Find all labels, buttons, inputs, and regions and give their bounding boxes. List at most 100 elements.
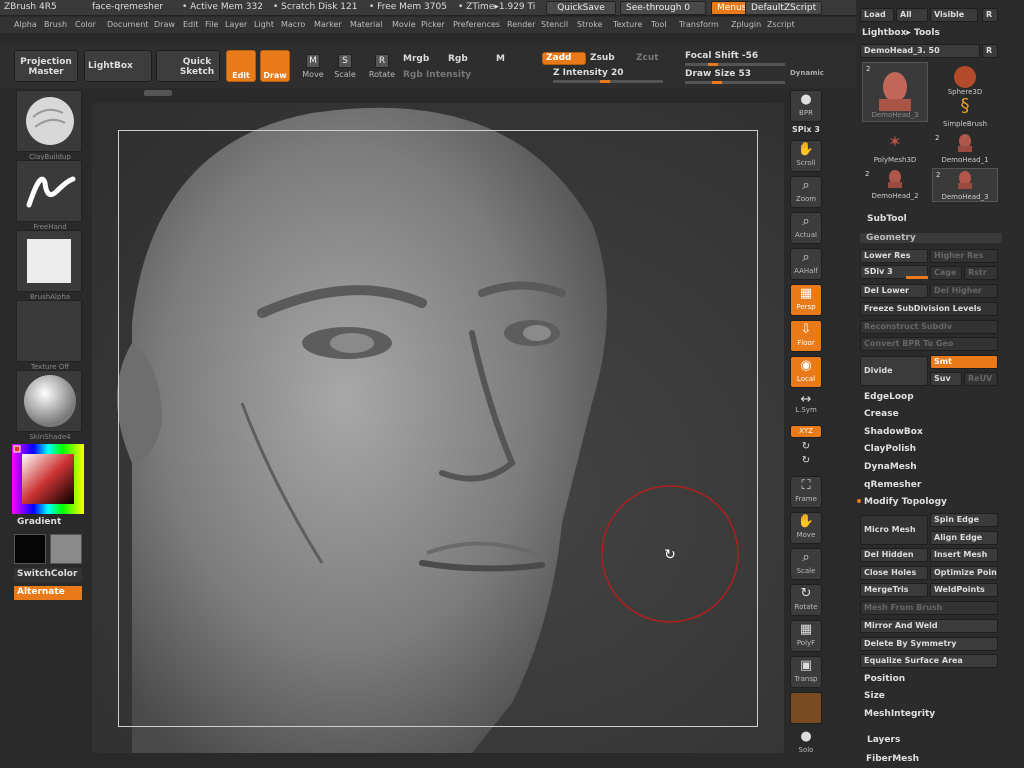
scroll-button[interactable]: ✋ Scroll <box>790 140 822 172</box>
visible-button[interactable]: Visible <box>930 8 978 22</box>
suv-toggle[interactable]: Suv <box>930 372 962 386</box>
lsym-button[interactable]: ↔ L.Sym <box>790 393 822 418</box>
alpha-selector[interactable]: BrushAlpha <box>16 230 82 301</box>
floor-button[interactable]: ⇩ Floor <box>790 320 822 352</box>
menu-draw[interactable]: Draw <box>154 20 175 29</box>
ghost-button[interactable] <box>790 692 822 724</box>
menu-picker[interactable]: Picker <box>421 20 445 29</box>
solo-button[interactable]: ● Solo <box>790 728 822 760</box>
current-tool-slider[interactable]: DemoHead_3. 50 <box>860 44 980 58</box>
menu-alpha[interactable]: Alpha <box>14 20 37 29</box>
position-header[interactable]: Position <box>864 674 905 684</box>
convert-bpr-button[interactable]: Convert BPR To Geo <box>860 337 998 351</box>
crease-header[interactable]: Crease <box>864 409 899 419</box>
zoom-button[interactable]: ⌕ Zoom <box>790 176 822 208</box>
local-button[interactable]: ◉ Local <box>790 356 822 388</box>
subtool-header[interactable]: SubTool <box>867 214 907 224</box>
edit-button[interactable]: Edit <box>226 50 256 82</box>
zsub-button[interactable]: Zsub <box>590 53 615 63</box>
stroke-selector[interactable]: FreeHand <box>16 160 82 231</box>
claypolish-header[interactable]: ClayPolish <box>864 444 916 454</box>
insert-mesh-button[interactable]: Insert Mesh <box>930 548 998 562</box>
load-tool-button[interactable]: Load <box>860 8 894 22</box>
zcut-button[interactable]: Zcut <box>636 53 659 63</box>
dynamic-button[interactable]: Dynamic <box>790 69 824 77</box>
tool-thumb-polymesh3d[interactable]: ✶ PolyMesh3D <box>862 132 928 166</box>
delete-by-symmetry-button[interactable]: Delete By Symmetry <box>860 637 998 651</box>
mesh-from-brush-button[interactable]: Mesh From Brush <box>860 601 998 615</box>
menu-marker[interactable]: Marker <box>314 20 342 29</box>
m-button[interactable]: M <box>496 54 505 64</box>
canvas-scroll-handle[interactable] <box>144 90 172 96</box>
size-header[interactable]: Size <box>864 691 885 701</box>
draw-size-track[interactable] <box>685 81 785 84</box>
edgeloop-header[interactable]: EdgeLoop <box>864 392 914 402</box>
gradient-label[interactable]: Gradient <box>14 516 82 530</box>
optimize-points-button[interactable]: Optimize Poin <box>930 566 998 580</box>
mirror-and-weld-button[interactable]: Mirror And Weld <box>860 619 998 633</box>
menu-tool[interactable]: Tool <box>651 20 667 29</box>
geometry-header[interactable]: Geometry <box>860 233 1002 243</box>
tool-thumb-demohead-3[interactable]: 2 DemoHead_3 <box>862 62 928 122</box>
secondary-color-swatch[interactable] <box>50 534 82 564</box>
frame-button[interactable]: ⛶ Frame <box>790 476 822 508</box>
mrgb-button[interactable]: Mrgb <box>403 54 429 64</box>
rgb-button[interactable]: Rgb <box>448 54 468 64</box>
menu-texture[interactable]: Texture <box>613 20 642 29</box>
actual-button[interactable]: ⌕ Actual <box>790 212 822 244</box>
focal-shift-slider[interactable]: Focal Shift -56 <box>685 51 758 61</box>
menu-color[interactable]: Color <box>75 20 96 29</box>
draw-button[interactable]: Draw <box>260 50 290 82</box>
menu-zplugin[interactable]: Zplugin <box>731 20 761 29</box>
draw-size-slider[interactable]: Draw Size 53 <box>685 69 751 79</box>
align-edge-button[interactable]: Align Edge <box>930 531 998 545</box>
menu-light[interactable]: Light <box>254 20 274 29</box>
lightbox-button[interactable]: LightBox <box>84 50 152 82</box>
lightbox-tools-button[interactable]: Lightbox▸ Tools <box>862 28 940 38</box>
move-view-button[interactable]: ✋ Move <box>790 512 822 544</box>
close-holes-button[interactable]: Close Holes <box>860 566 928 580</box>
smt-toggle[interactable]: Smt <box>930 355 998 369</box>
equalize-surface-area-button[interactable]: Equalize Surface Area <box>860 654 998 668</box>
r-button[interactable]: R <box>982 44 998 58</box>
freeze-subdivision-button[interactable]: Freeze SubDivision Levels <box>860 302 998 316</box>
weldpoints-button[interactable]: WeldPoints <box>930 583 998 597</box>
r-top-button[interactable]: R <box>982 8 998 22</box>
zadd-button[interactable]: Zadd <box>542 52 586 65</box>
draw-size-handle[interactable] <box>712 81 722 84</box>
tool-thumb-demohead-2[interactable]: 2 DemoHead_2 <box>862 168 928 202</box>
rgb-intensity-slider[interactable]: Rgb Intensity <box>403 70 471 80</box>
focal-shift-handle[interactable] <box>708 63 718 66</box>
rotate-view-button[interactable]: ↻ Rotate <box>790 584 822 616</box>
material-selector[interactable]: SkinShade4 <box>16 370 82 441</box>
meshintegrity-header[interactable]: MeshIntegrity <box>864 709 935 719</box>
reconstruct-subdiv-button[interactable]: Reconstruct Subdiv <box>860 320 998 334</box>
z-intensity-handle[interactable] <box>600 80 610 83</box>
move-tool[interactable]: M Move <box>298 54 328 79</box>
transp-button[interactable]: ▣ Transp <box>790 656 822 688</box>
micro-mesh-button[interactable]: Micro Mesh <box>860 515 928 545</box>
layers-header[interactable]: Layers <box>867 735 900 745</box>
quick-sketch-button[interactable]: Quick Sketch <box>156 50 220 82</box>
menu-preferences[interactable]: Preferences <box>453 20 500 29</box>
all-button[interactable]: All <box>896 8 928 22</box>
menu-document[interactable]: Document <box>107 20 148 29</box>
switchcolor-button[interactable]: SwitchColor <box>14 568 82 582</box>
z-intensity-slider[interactable]: Z Intensity 20 <box>553 68 624 78</box>
menu-file[interactable]: File <box>205 20 218 29</box>
see-through-slider[interactable]: See-through 0 <box>620 1 706 15</box>
del-hidden-button[interactable]: Del Hidden <box>860 548 928 562</box>
menu-stroke[interactable]: Stroke <box>577 20 603 29</box>
menu-brush[interactable]: Brush <box>44 20 67 29</box>
menu-stencil[interactable]: Stencil <box>541 20 568 29</box>
menu-transform[interactable]: Transform <box>679 20 719 29</box>
tool-thumb-demohead-1[interactable]: 2 DemoHead_1 <box>932 132 998 166</box>
higher-res-button[interactable]: Higher Res <box>930 249 998 263</box>
menu-movie[interactable]: Movie <box>392 20 416 29</box>
projection-master-button[interactable]: Projection Master <box>14 50 78 82</box>
polyf-button[interactable]: ▦ PolyF <box>790 620 822 652</box>
scale-tool[interactable]: S Scale <box>330 54 360 79</box>
aahalf-button[interactable]: ⌕ AAHalf <box>790 248 822 280</box>
mergetris-button[interactable]: MergeTris <box>860 583 928 597</box>
menu-render[interactable]: Render <box>507 20 535 29</box>
